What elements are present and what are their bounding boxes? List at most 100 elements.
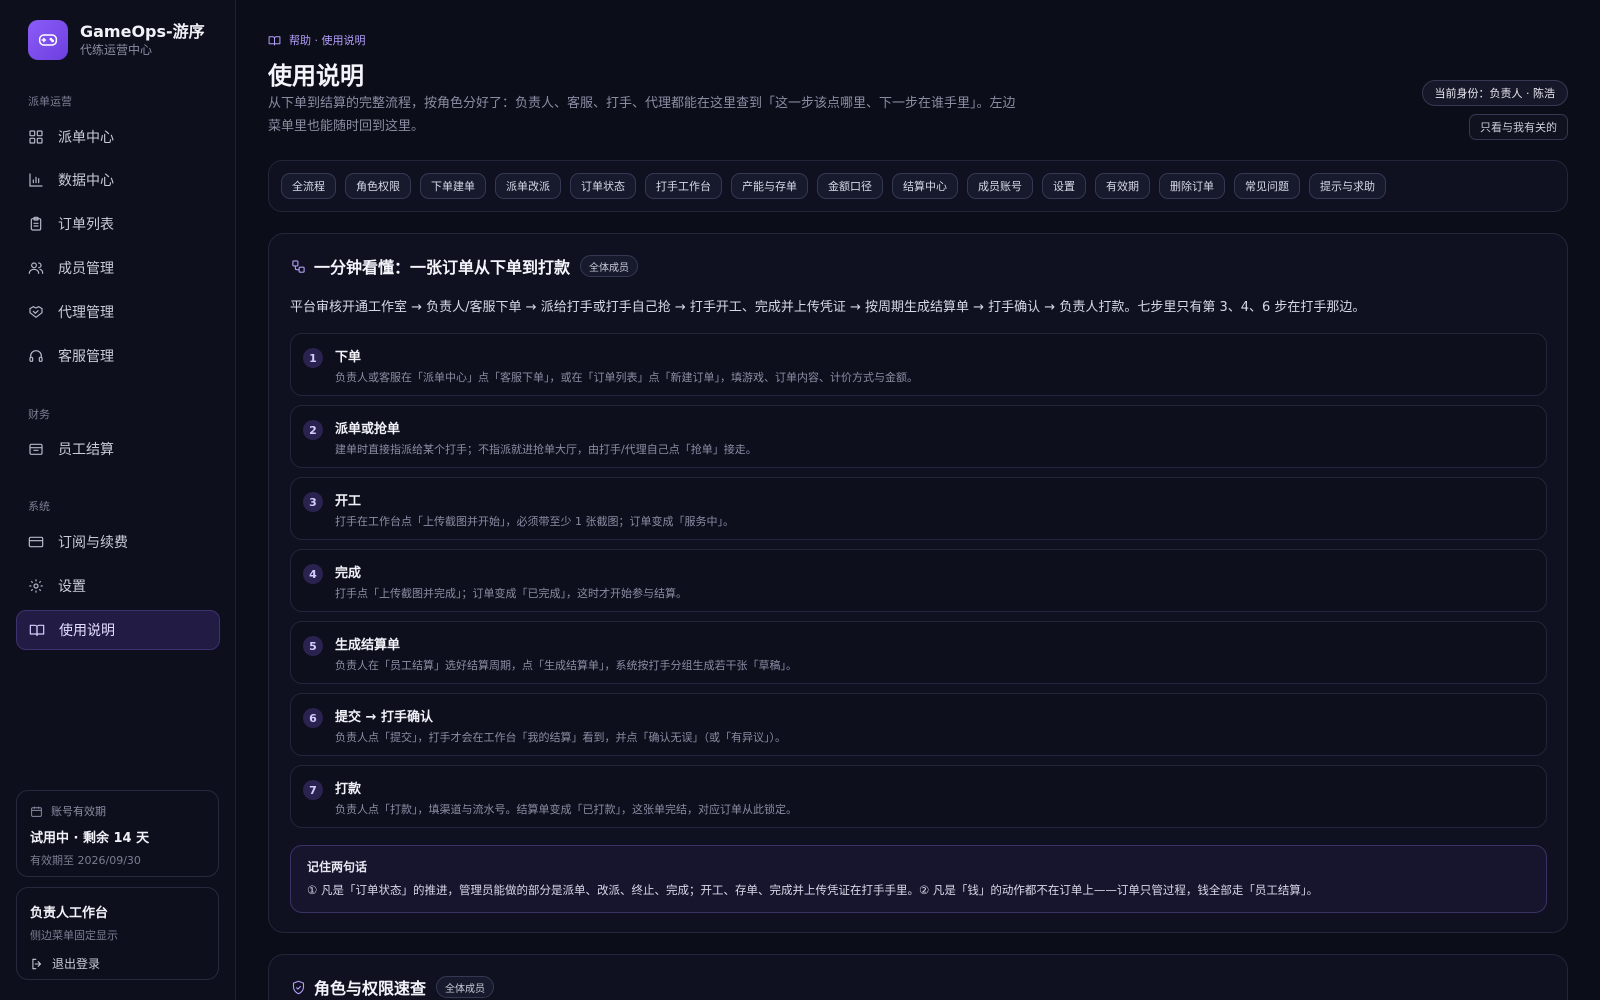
tab-settings[interactable]: 设置 [1042,173,1086,199]
step-description: 建单时直接指派给某个打手；不指派就进抢单大厅，由打手/代理自己点「抢单」接走。 [335,443,757,456]
step-description: 负责人点「打款」，填渠道与流水号。结算单变成「已打款」，这张单完结，对应订单从此… [335,803,797,816]
sidebar-item-help[interactable]: 使用说明 [16,610,220,650]
tab-delete-order[interactable]: 删除订单 [1159,173,1225,199]
tab-roles[interactable]: 角色权限 [345,173,411,199]
tab-capacity[interactable]: 产能与存单 [731,173,808,199]
handshake-icon [29,306,43,318]
topic-tabs: 全流程 角色权限 下单建单 派单改派 订单状态 打手工作台 产能与存单 金额口径… [268,160,1568,212]
sidebar-item-label: 设置 [58,579,86,595]
sidebar-item-label: 订单列表 [58,217,114,233]
step-description: 打手点「上传截图并完成」；订单变成「已完成」，这时才开始参与结算。 [335,587,687,600]
tab-faq[interactable]: 常见问题 [1234,173,1300,199]
shield-check-icon [292,980,305,994]
tab-member-accounts[interactable]: 成员账号 [967,173,1033,199]
gamepad-icon [28,20,68,60]
tab-booster-workbench[interactable]: 打手工作台 [645,173,722,199]
workspace-card: 负责人工作台 侧边菜单固定显示 退出登录 [16,887,219,980]
tab-help[interactable]: 提示与求助 [1309,173,1386,199]
step-description: 负责人点「提交」，打手才会在工作台「我的结算」看到，并点「确认无误」（或「有异议… [335,731,786,744]
only-mine-button[interactable]: 只看与我有关的 [1469,114,1568,140]
step-number: 7 [303,780,323,800]
tab-amount-rules[interactable]: 金额口径 [817,173,883,199]
tab-settlement[interactable]: 结算中心 [892,173,958,199]
step-number: 5 [303,636,323,656]
sidebar: GameOps-游序 代练运营中心 派单运营 派单中心 数据中心 订单列表 成员… [0,0,236,1000]
breadcrumb-text: 帮助 · 使用说明 [289,34,366,47]
audience-badge: 全体成员 [580,255,639,277]
step-number: 6 [303,708,323,728]
step-description: 打手在工作台点「上传截图并开始」，必须带至少 1 张截图；订单变成「服务中」。 [335,515,734,528]
sidebar-item-label: 成员管理 [58,261,114,277]
account-validity-label: 账号有效期 [51,805,106,818]
tab-create-order[interactable]: 下单建单 [420,173,486,199]
account-expiry: 有效期至 2026/09/30 [30,854,141,867]
logout-button[interactable]: 退出登录 [30,955,205,972]
step-description: 负责人或客服在「派单中心」点「客服下单」，或在「订单列表」点「新建订单」，填游戏… [335,371,918,384]
overview-title: 一分钟看懂：一张订单从下单到打款 [314,258,571,277]
step-title: 完成 [335,566,362,581]
sidebar-item-label: 使用说明 [59,623,115,639]
workspace-subtitle: 侧边菜单固定显示 [30,929,118,942]
flow-icon [292,259,305,273]
step-title: 打款 [335,782,362,797]
page-description: 从下单到结算的完整流程，按角色分好了：负责人、客服、打手、代理都能在这里查到「这… [268,96,1016,134]
sidebar-item-order-list[interactable]: 订单列表 [16,204,220,244]
logout-icon [32,958,42,969]
sidebar-item-label: 客服管理 [58,349,114,365]
nav-section-finance: 财务 [28,408,50,421]
step-number: 1 [303,348,323,368]
sidebar-item-data-center[interactable]: 数据中心 [16,160,220,200]
account-status: 试用中 · 剩余 14 天 [30,831,150,846]
step-card: 7 打款 负责人点「打款」，填渠道与流水号。结算单变成「已打款」，这张单完结，对… [290,765,1547,828]
account-validity-card: 账号有效期 试用中 · 剩余 14 天 有效期至 2026/09/30 [16,790,219,877]
step-card: 4 完成 打手点「上传截图并完成」；订单变成「已完成」，这时才开始参与结算。 [290,549,1547,612]
brand[interactable]: GameOps-游序 代练运营中心 [28,20,205,60]
nav-section-dispatch: 派单运营 [28,95,72,108]
tab-dispatch[interactable]: 派单改派 [495,173,561,199]
headset-icon [29,350,43,362]
sidebar-item-subscription[interactable]: 订阅与续费 [16,522,220,562]
remember-title: 记住两句话 [307,860,368,874]
identity-badge: 当前身份：负责人 · 陈浩 [1421,80,1568,106]
brand-name: GameOps-游序 [80,22,205,41]
sidebar-item-dispatch-center[interactable]: 派单中心 [16,117,220,157]
sidebar-item-label: 数据中心 [58,173,114,189]
roles-section: 角色与权限速查 全体成员 [268,954,1568,1000]
tab-full-flow[interactable]: 全流程 [281,173,336,199]
sidebar-item-settings[interactable]: 设置 [16,566,220,606]
grid-icon [29,130,43,144]
brand-subtitle: 代练运营中心 [80,43,153,57]
clipboard-icon [30,216,42,231]
step-number: 3 [303,492,323,512]
tab-validity[interactable]: 有效期 [1095,173,1150,199]
step-title: 下单 [335,350,362,365]
wallet-icon [29,443,43,455]
book-icon [268,35,281,45]
step-title: 派单或抢单 [335,422,401,437]
bar-chart-icon [29,173,43,187]
logout-label: 退出登录 [52,957,101,971]
main-content: 帮助 · 使用说明 使用说明 从下单到结算的完整流程，按角色分好了：负责人、客服… [268,0,1568,1000]
step-card: 3 开工 打手在工作台点「上传截图并开始」，必须带至少 1 张截图；订单变成「服… [290,477,1547,540]
breadcrumb[interactable]: 帮助 · 使用说明 [268,32,366,48]
remember-text: ① 凡是「订单状态」的推进，管理员能做的部分是派单、改派、终止、完成；开工、存单… [307,883,1319,897]
gear-icon [29,579,43,593]
remember-note: 记住两句话 ① 凡是「订单状态」的推进，管理员能做的部分是派单、改派、终止、完成… [290,845,1547,913]
sidebar-item-label: 员工结算 [58,442,114,458]
sidebar-item-label: 派单中心 [58,130,114,146]
nav-section-system: 系统 [28,500,50,513]
sidebar-item-support[interactable]: 客服管理 [16,336,220,376]
sidebar-item-agents[interactable]: 代理管理 [16,292,220,332]
sidebar-item-settlement[interactable]: 员工结算 [16,429,220,469]
step-card: 5 生成结算单 负责人在「员工结算」选好结算周期，点「生成结算单」，系统按打手分… [290,621,1547,684]
audience-badge: 全体成员 [436,976,495,998]
book-icon [29,624,45,636]
tab-order-status[interactable]: 订单状态 [570,173,636,199]
roles-title: 角色与权限速查 [314,979,427,998]
overview-section: 一分钟看懂：一张订单从下单到打款 全体成员 平台审核开通工作室 → 负责人/客服… [268,233,1568,933]
sidebar-item-label: 订阅与续费 [58,535,128,551]
step-number: 2 [303,420,323,440]
workspace-title: 负责人工作台 [30,906,109,921]
step-title: 开工 [335,494,362,509]
sidebar-item-members[interactable]: 成员管理 [16,248,220,288]
